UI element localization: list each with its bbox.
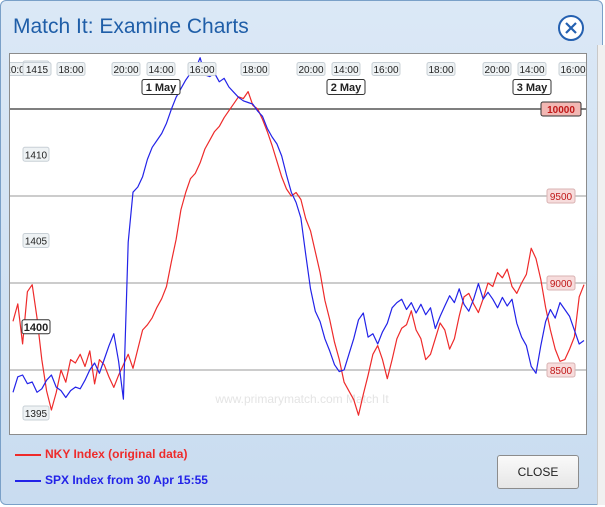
time-tick-label: 20:00 [113,65,138,76]
series-line-nky [12,90,585,416]
legend-swatch-nky [15,454,41,456]
window-title: Match It: Examine Charts [13,15,249,38]
right-axis-label: 8500 [550,366,573,377]
time-tick-label: 14:00 [148,65,173,76]
time-tick-label: 14:00 [519,65,544,76]
left-axis-label: 1405 [25,237,48,248]
comparison-chart: www.primarymatch.com Match It13951400140… [10,57,586,421]
right-axis-label: 9000 [550,279,573,290]
chart-panel: www.primarymatch.com Match It 1395 1400 140… [9,53,587,435]
time-tick-label: 16:00 [189,65,214,76]
day-label: 3 May [517,82,548,94]
close-icon[interactable] [558,15,584,41]
time-tick-label: 14:00 [333,65,358,76]
time-tick-label: 20:00 [298,65,323,76]
time-tick-label: 20:00 [484,65,509,76]
day-label: 1 May [146,82,177,94]
day-label: 2 May [331,82,362,94]
side-scroll-strip [597,45,605,505]
time-tick-label: 18:00 [242,65,267,76]
chart-legend: NKY Index (original data) SPX Index from… [11,441,481,499]
legend-label-spx: SPX Index from 30 Apr 15:55 [45,473,208,487]
close-button[interactable]: CLOSE [497,455,579,489]
right-axis-label: 9500 [550,192,573,203]
close-icon-glyph [565,22,577,34]
left-axis-label: 1395 [25,409,48,420]
left-axis-label: 1410 [25,150,48,161]
legend-swatch-spx [15,480,41,482]
time-tick-label: 18:00 [428,65,453,76]
right-axis-label: 10000 [547,105,575,116]
examine-charts-dialog: Match It: Examine Charts www.primarymatc… [0,0,605,505]
time-tick-label: 16:00 [373,65,398,76]
legend-label-nky: NKY Index (original data) [45,447,188,461]
left-axis-label: 1400 [24,322,48,334]
time-tick-label: 16:00 [560,65,585,76]
time-tick-label: 18:00 [58,65,83,76]
time-tick-label: 1415 [26,65,49,76]
